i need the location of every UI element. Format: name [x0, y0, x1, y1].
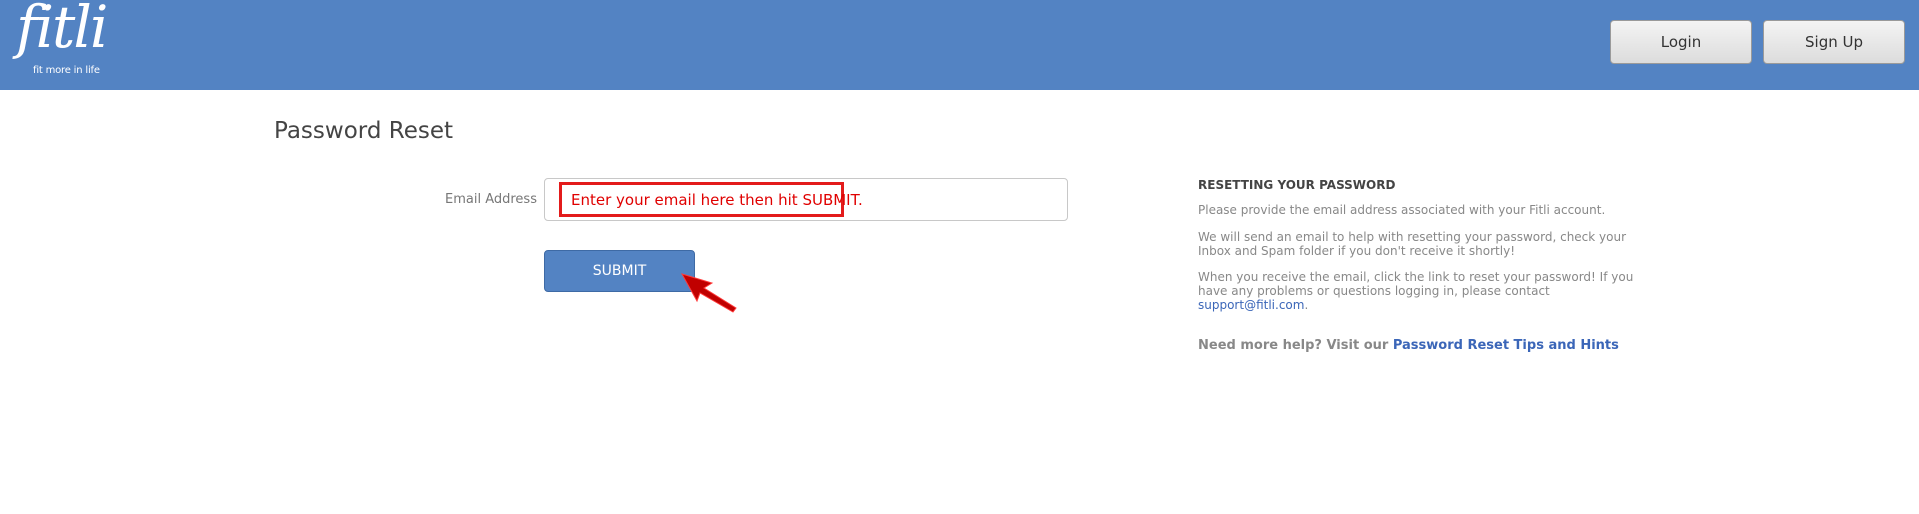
- sidebar-paragraph-2: We will send an email to help with reset…: [1198, 230, 1627, 258]
- support-email-link[interactable]: support@fitli.com: [1198, 298, 1304, 312]
- red-arrow-icon: [680, 273, 737, 313]
- password-reset-tips-link[interactable]: Password Reset Tips and Hints: [1393, 338, 1619, 353]
- sidebar-heading: RESETTING YOUR PASSWORD: [1198, 178, 1396, 192]
- logo-tagline: fit more in life: [33, 65, 100, 76]
- sign-up-button[interactable]: Sign Up: [1763, 20, 1905, 64]
- login-button[interactable]: Login: [1610, 20, 1752, 64]
- submit-button[interactable]: SUBMIT: [544, 250, 695, 292]
- instruction-annotation-box: Enter your email here then hit SUBMIT.: [559, 182, 863, 217]
- logo-wordmark: fitli: [16, 0, 108, 61]
- top-navigation-bar: fitli fit more in life Login Sign Up: [0, 0, 1919, 90]
- sidebar-paragraph-1: Please provide the email address associa…: [1198, 203, 1606, 217]
- instruction-annotation-text: Enter your email here then hit SUBMIT.: [571, 190, 863, 209]
- fitli-logo[interactable]: fitli fit more in life: [14, 0, 108, 80]
- email-address-label: Email Address: [445, 192, 537, 207]
- sidebar-paragraph-3: When you receive the email, click the li…: [1198, 270, 1648, 312]
- more-help-text: Need more help? Visit our Password Reset…: [1198, 338, 1619, 353]
- sidebar-paragraph-3-end: .: [1304, 298, 1309, 312]
- sidebar-paragraph-3-text: When you receive the email, click the li…: [1198, 270, 1634, 298]
- more-help-label: Need more help? Visit our: [1198, 338, 1393, 353]
- page-title: Password Reset: [274, 118, 453, 144]
